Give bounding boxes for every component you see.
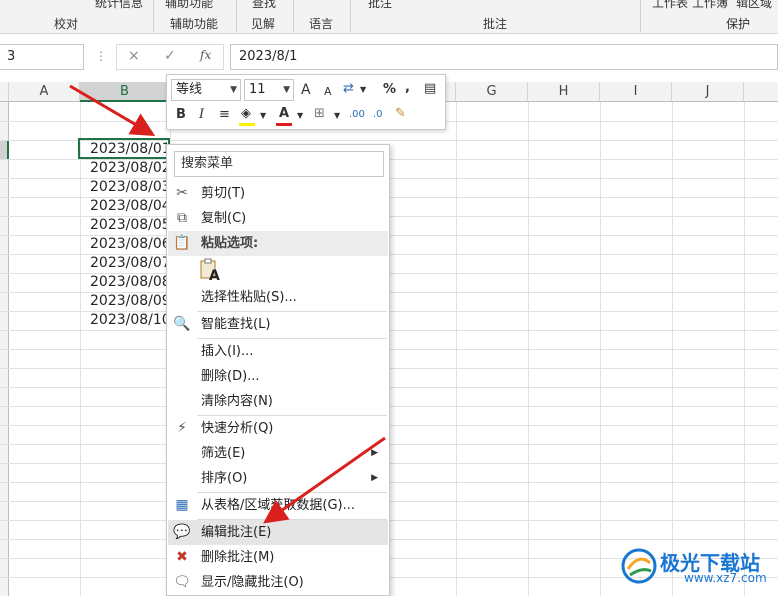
arrow-to-cell [69, 84, 156, 137]
annotation-arrows [69, 84, 386, 524]
watermark-url: www.xz7.com [684, 571, 767, 585]
arrow-to-edit-comment [263, 436, 386, 524]
watermark: 极光下载站 www.xz7.com [620, 545, 776, 591]
logo-icon [621, 548, 657, 584]
